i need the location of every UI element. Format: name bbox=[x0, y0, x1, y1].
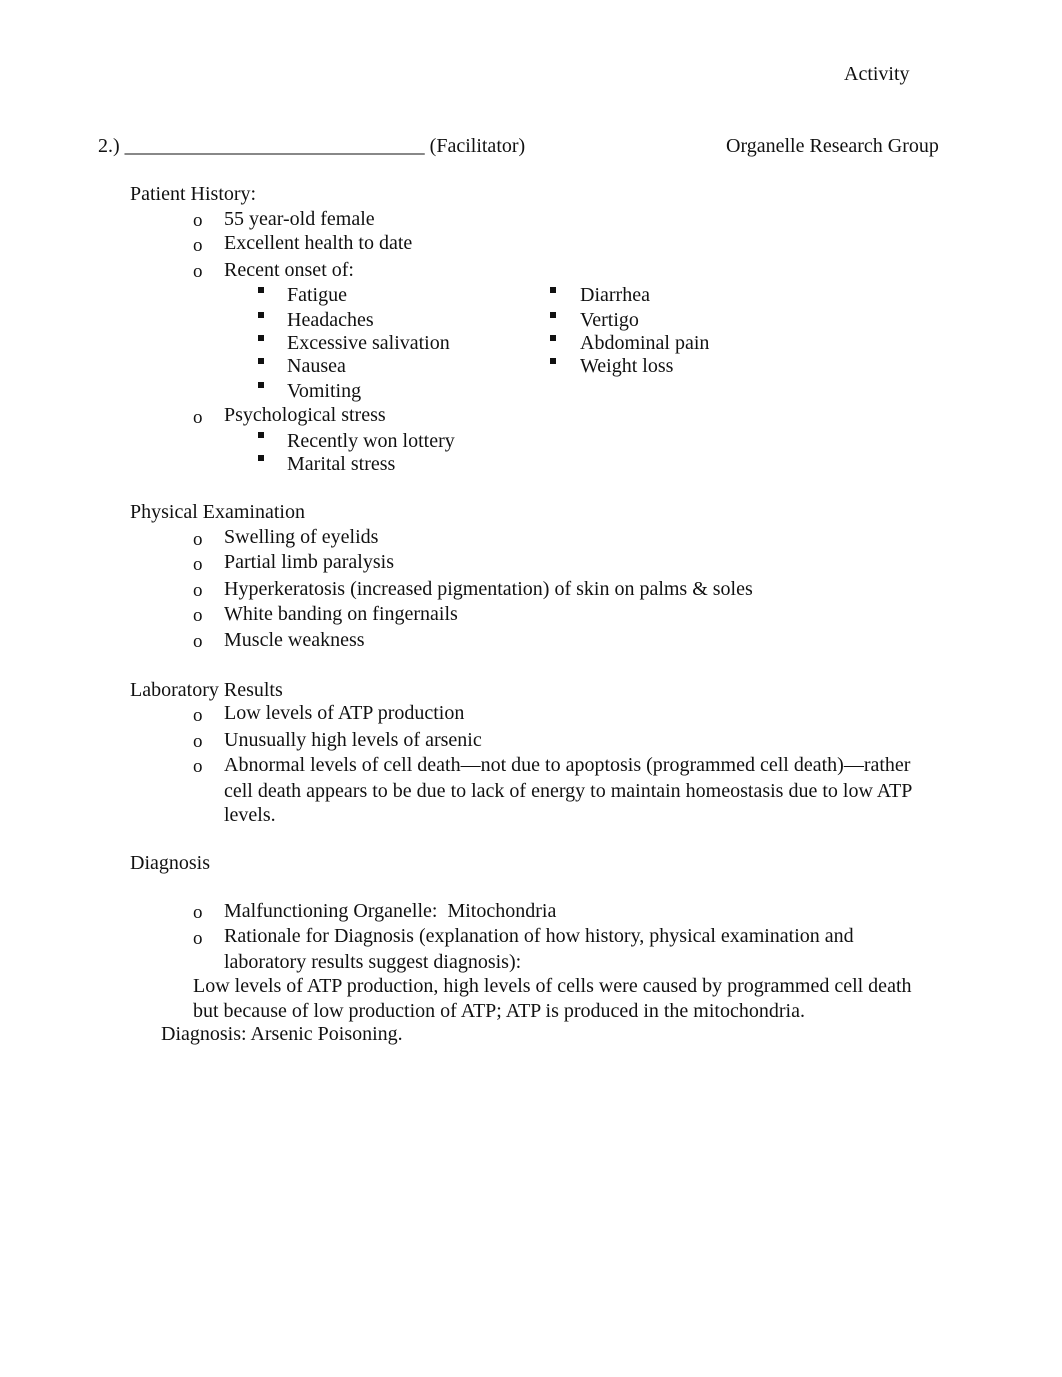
organelle-label: Malfunctioning Organelle: bbox=[224, 900, 438, 922]
final-diagnosis[interactable]: Diagnosis: Arsenic Poisoning. bbox=[161, 1024, 403, 1044]
list-item: Recent onset of: bbox=[224, 259, 354, 281]
list-item: Unusually high levels of arsenic bbox=[224, 729, 482, 751]
square-bullet bbox=[550, 335, 556, 341]
list-item: Partial limb paralysis bbox=[224, 551, 394, 573]
symptom-item: Weight loss bbox=[580, 355, 674, 377]
circle-bullet: o bbox=[193, 261, 203, 282]
activity-label: Activity bbox=[844, 63, 910, 85]
circle-bullet: o bbox=[193, 210, 203, 231]
stress-item: Marital stress bbox=[287, 453, 396, 475]
group-name: Organelle Research Group bbox=[726, 135, 939, 157]
diagnosis-heading: Diagnosis bbox=[130, 852, 210, 874]
circle-bullet: o bbox=[193, 554, 203, 575]
list-item-line: Rationale for Diagnosis (explanation of … bbox=[224, 925, 854, 947]
symptom-item: Vomiting bbox=[287, 380, 362, 402]
circle-bullet: o bbox=[193, 605, 203, 626]
list-item-line: cell death appears to be due to lack of … bbox=[224, 780, 913, 802]
square-bullet bbox=[258, 312, 264, 318]
square-bullet bbox=[550, 358, 556, 364]
circle-bullet: o bbox=[193, 407, 203, 428]
square-bullet bbox=[258, 358, 264, 364]
patient-history-heading: Patient History: bbox=[130, 183, 257, 205]
rationale-answer-line[interactable]: but because of low production of ATP; AT… bbox=[193, 1001, 805, 1021]
symptom-item: Diarrhea bbox=[580, 284, 650, 306]
list-item: Swelling of eyelids bbox=[224, 526, 379, 548]
circle-bullet: o bbox=[193, 529, 203, 550]
facilitator-name-blank[interactable]: ______________________________ bbox=[125, 135, 425, 157]
lab-results-heading: Laboratory Results bbox=[130, 679, 283, 701]
symptom-item: Headaches bbox=[287, 309, 374, 331]
circle-bullet: o bbox=[193, 756, 203, 777]
list-item: Hyperkeratosis (increased pigmentation) … bbox=[224, 578, 753, 600]
header-line: 2.) ______________________________ (Faci… bbox=[98, 136, 525, 156]
symptom-item: Fatigue bbox=[287, 284, 347, 306]
square-bullet bbox=[258, 382, 264, 388]
physical-exam-heading: Physical Examination bbox=[130, 501, 305, 523]
square-bullet bbox=[258, 432, 264, 438]
item-number: 2.) bbox=[98, 135, 120, 157]
circle-bullet: o bbox=[193, 631, 203, 652]
list-item: Low levels of ATP production bbox=[224, 702, 465, 724]
square-bullet bbox=[258, 287, 264, 293]
square-bullet bbox=[258, 455, 264, 461]
list-item-line: laboratory results suggest diagnosis): bbox=[224, 951, 522, 973]
list-item: Excellent health to date bbox=[224, 232, 413, 254]
circle-bullet: o bbox=[193, 580, 203, 601]
circle-bullet: o bbox=[193, 902, 203, 923]
symptom-item: Excessive salivation bbox=[287, 332, 450, 354]
facilitator-role: (Facilitator) bbox=[429, 135, 526, 157]
symptom-item: Abdominal pain bbox=[580, 332, 710, 354]
circle-bullet: o bbox=[193, 731, 203, 752]
list-item: 55 year-old female bbox=[224, 208, 375, 230]
square-bullet bbox=[550, 287, 556, 293]
stress-item: Recently won lottery bbox=[287, 430, 455, 452]
list-item: Muscle weakness bbox=[224, 629, 365, 651]
symptom-item: Vertigo bbox=[580, 309, 639, 331]
list-item-line: levels. bbox=[224, 804, 276, 826]
square-bullet bbox=[258, 335, 264, 341]
square-bullet bbox=[550, 312, 556, 318]
symptom-item: Nausea bbox=[287, 355, 346, 377]
list-item: White banding on fingernails bbox=[224, 603, 458, 625]
list-item-line: Abnormal levels of cell death—not due to… bbox=[224, 754, 911, 776]
list-item: Psychological stress bbox=[224, 404, 386, 426]
circle-bullet: o bbox=[193, 928, 203, 949]
circle-bullet: o bbox=[193, 235, 203, 256]
list-item: Malfunctioning Organelle: Mitochondria bbox=[224, 901, 556, 921]
organelle-answer[interactable]: Mitochondria bbox=[447, 900, 556, 922]
rationale-answer-line[interactable]: Low levels of ATP production, high level… bbox=[193, 976, 912, 996]
circle-bullet: o bbox=[193, 705, 203, 726]
